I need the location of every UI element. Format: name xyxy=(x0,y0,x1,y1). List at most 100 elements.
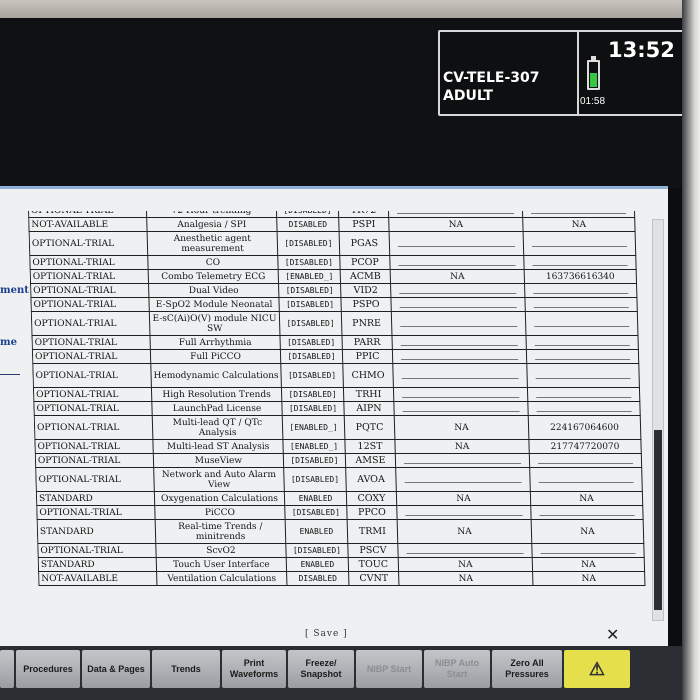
entry-line xyxy=(540,547,636,554)
entry-line xyxy=(530,211,627,214)
key-hidden[interactable] xyxy=(0,650,14,688)
license-row[interactable]: OPTIONAL-TRIAL Hemodynamic Calculations [D… xyxy=(32,363,640,388)
license-number-field xyxy=(526,363,640,388)
license-row[interactable]: STANDARD Oxygenation Calculations ENABLED C… xyxy=(36,491,643,506)
license-key-field: NA xyxy=(388,217,524,232)
freeze-snapshot-key[interactable]: Freeze/ Snapshot xyxy=(288,650,354,688)
nibp-auto-start-key[interactable]: NIBP Auto Start xyxy=(424,650,490,688)
alarm-key[interactable]: ⚠ xyxy=(564,650,630,688)
license-state: OPTIONAL-TRIAL xyxy=(29,231,148,256)
license-key-field: NA xyxy=(398,557,533,572)
license-code: PCOP xyxy=(339,255,391,270)
license-key-field: NA xyxy=(394,439,530,454)
license-code: CVNT xyxy=(348,571,399,586)
license-row[interactable]: OPTIONAL-TRIAL Full Arrhythmia [DISABLED] P… xyxy=(31,335,639,350)
license-state: STANDARD xyxy=(38,557,157,572)
license-status: [DISABLED] xyxy=(278,297,342,312)
license-key-field xyxy=(389,255,525,270)
entry-line xyxy=(538,476,634,483)
save-button[interactable]: [ Save ] xyxy=(305,629,348,639)
license-number-field xyxy=(525,311,638,336)
license-status: [DISABLED] xyxy=(279,311,342,336)
license-row[interactable]: OPTIONAL-TRIAL E-SpO2 Module Neonatal [DIS… xyxy=(30,297,638,312)
side-menu-item-1[interactable]: ment xyxy=(0,285,29,296)
license-row[interactable]: OPTIONAL-TRIAL Full PiCCO [DISABLED] PPIC xyxy=(32,349,639,364)
entry-line xyxy=(406,547,524,554)
license-row[interactable]: STANDARD Touch User Interface ENABLED TOUC N… xyxy=(38,557,645,572)
license-name: E-sC(Ai)O(V) module NICU SW xyxy=(149,311,280,336)
license-row[interactable]: STANDARD Real-time Trends / minitrends ENA… xyxy=(37,519,644,544)
entry-line xyxy=(398,259,516,266)
entry-line xyxy=(536,391,632,398)
clock: 13:52 xyxy=(608,38,675,62)
license-row[interactable]: OPTIONAL-TRIAL Dual Video [DISABLED] VID2 xyxy=(30,283,637,298)
license-status: [DISABLED] xyxy=(284,505,348,520)
side-menu-item-2[interactable]: me xyxy=(0,337,17,348)
license-number-field xyxy=(526,349,639,364)
license-row[interactable]: OPTIONAL-TRIAL Multi-lead ST Analysis [ENA… xyxy=(34,439,642,454)
license-row[interactable]: OPTIONAL-TRIAL Combo Telemetry ECG [ENABLE… xyxy=(30,269,637,284)
license-key-field xyxy=(389,231,524,256)
entry-line xyxy=(531,240,628,247)
license-status: [DISABLED] xyxy=(281,401,345,416)
data-pages-key[interactable]: Data & Pages xyxy=(82,650,150,688)
license-row[interactable]: OPTIONAL-TRIAL MuseView [DISABLED] AMSE xyxy=(35,453,642,468)
trends-key[interactable]: Trends xyxy=(152,650,220,688)
license-table-container[interactable]: OPTIONAL-TRIAL72 Hour trending[DISABLED]… xyxy=(28,211,650,623)
license-number-field: 224167064600 xyxy=(528,415,641,440)
scrollbar[interactable] xyxy=(652,219,664,621)
license-number-field xyxy=(524,297,638,312)
entry-line xyxy=(399,287,517,294)
license-state: OPTIONAL-TRIAL xyxy=(31,311,150,336)
procedures-key[interactable]: Procedures xyxy=(16,650,80,688)
license-row[interactable]: OPTIONAL-TRIAL E-sC(Ai)O(V) module NICU S… xyxy=(31,311,638,336)
license-name: Full Arrhythmia xyxy=(149,335,281,350)
license-name: ScvO2 xyxy=(155,543,287,558)
nibp-start-key[interactable]: NIBP Start xyxy=(356,650,422,688)
zero-all-pressures-key[interactable]: Zero All Pressures xyxy=(492,650,562,688)
bed-label: CV-TELE-307 xyxy=(443,70,540,86)
license-code: TOUC xyxy=(348,557,399,572)
license-row[interactable]: NOT-AVAILABLE Ventilation Calculations DIS… xyxy=(38,571,645,586)
license-code: 12ST xyxy=(344,439,396,454)
entry-line xyxy=(539,509,635,516)
license-state: OPTIONAL-TRIAL xyxy=(33,401,153,416)
entry-line xyxy=(400,320,518,327)
license-row[interactable]: OPTIONAL-TRIAL Network and Auto Alarm Vie… xyxy=(35,467,643,492)
license-key-field xyxy=(395,467,531,492)
print-waveforms-key[interactable]: Print Waveforms xyxy=(222,650,286,688)
license-code: PPCO xyxy=(346,505,398,520)
license-row[interactable]: OPTIONAL-TRIAL Anesthetic agent measureme… xyxy=(29,231,636,256)
license-number-field: NA xyxy=(531,519,644,544)
license-name: Multi-lead ST Analysis xyxy=(152,439,284,454)
license-key-field xyxy=(393,401,529,416)
license-key-field xyxy=(395,453,530,468)
entry-line xyxy=(396,211,515,214)
license-row[interactable]: OPTIONAL-TRIAL Multi-lead QT / QTc Analys… xyxy=(34,415,641,440)
entry-line xyxy=(401,372,519,379)
license-state: NOT-AVAILABLE xyxy=(28,217,148,232)
license-code: PNRE xyxy=(341,311,392,336)
license-key-field: NA xyxy=(398,571,533,586)
license-code: ACMB xyxy=(340,269,391,284)
license-row[interactable]: OPTIONAL-TRIAL CO [DISABLED] PCOP xyxy=(29,255,637,270)
license-row[interactable]: OPTIONAL-TRIAL PiCCO [DISABLED] PPCO xyxy=(36,505,644,520)
license-row[interactable]: NOT-AVAILABLE Analgesia / SPI DISABLED PSPI… xyxy=(28,217,636,232)
license-row[interactable]: OPTIONAL-TRIAL LaunchPad License [DISABLED… xyxy=(33,401,641,416)
battery-level xyxy=(590,72,597,87)
bed-info-panel[interactable]: CV-TELE-307 ADULT xyxy=(440,32,579,114)
license-number-field: 163736616340 xyxy=(524,269,637,284)
patient-status-box[interactable]: CV-TELE-307 ADULT 13:52 01:58 xyxy=(438,30,692,116)
license-row[interactable]: OPTIONAL-TRIAL ScvO2 [DISABLED] PSCV xyxy=(37,543,645,558)
license-code: AIPN xyxy=(343,401,395,416)
license-status: [DISABLED] xyxy=(277,231,340,256)
entry-line xyxy=(537,457,634,464)
license-key-field: NA xyxy=(397,519,532,544)
license-row[interactable]: OPTIONAL-TRIAL High Resolution Trends [DIS… xyxy=(33,387,640,402)
scrollbar-thumb[interactable] xyxy=(654,430,662,610)
license-code: AMSE xyxy=(345,453,396,468)
license-table: OPTIONAL-TRIAL72 Hour trending[DISABLED]… xyxy=(28,211,645,586)
license-state: OPTIONAL-TRIAL xyxy=(32,363,152,388)
license-code: PGAS xyxy=(339,231,390,256)
close-icon[interactable]: ✕ xyxy=(606,625,619,644)
